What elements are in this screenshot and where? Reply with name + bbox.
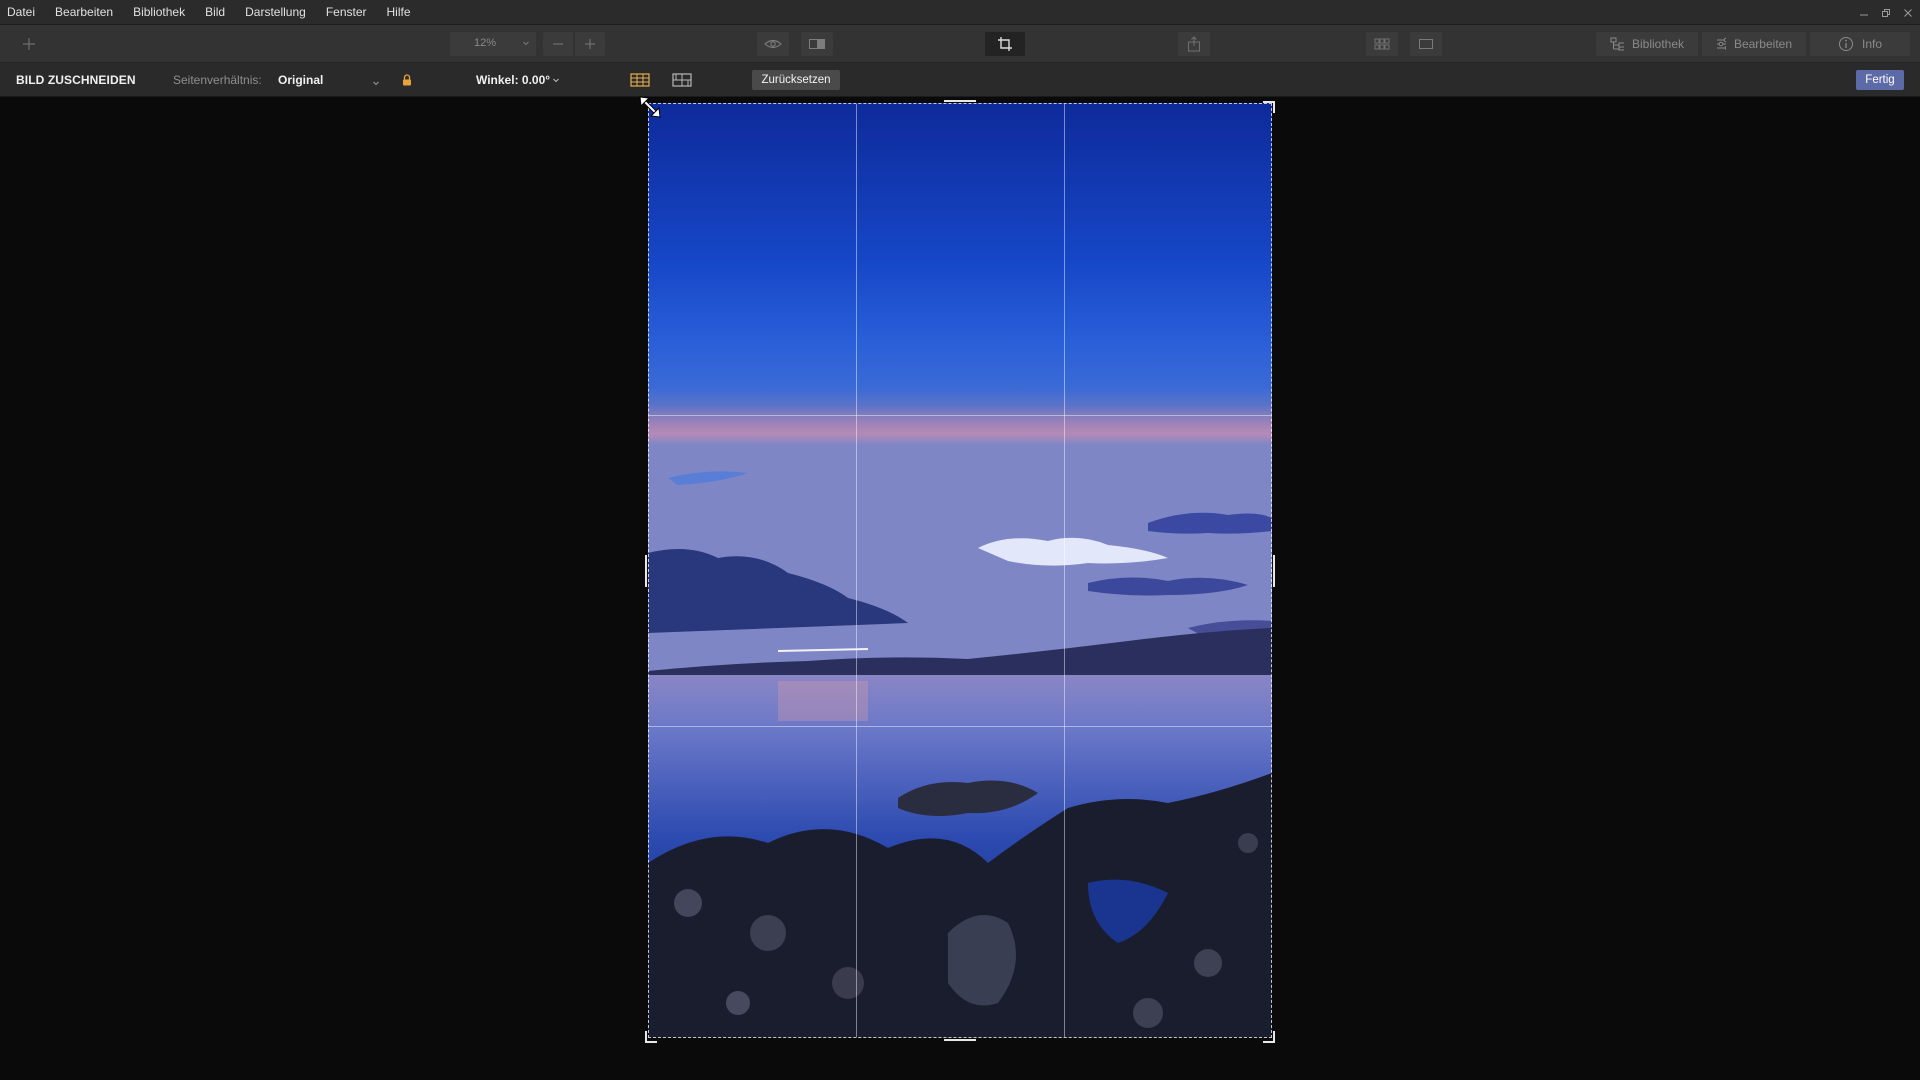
minimize-icon[interactable] <box>1858 7 1870 19</box>
crop-frame[interactable] <box>648 103 1272 1038</box>
menu-fenster[interactable]: Fenster <box>316 0 377 25</box>
grid-line-horizontal <box>649 415 1271 416</box>
info-icon <box>1838 37 1853 51</box>
grid-line-vertical <box>1064 104 1065 1037</box>
split-view-icon <box>809 39 825 49</box>
restore-icon[interactable] <box>1880 7 1892 19</box>
grid-view-button[interactable] <box>1366 32 1398 56</box>
close-icon[interactable] <box>1902 7 1914 19</box>
zoom-out-button[interactable] <box>543 32 573 56</box>
aspect-ratio-value: Original <box>278 73 324 87</box>
menu-bibliothek[interactable]: Bibliothek <box>123 0 195 25</box>
crop-handle-bottom[interactable] <box>944 1039 976 1042</box>
edit-panel-label: Bearbeiten <box>1733 37 1792 51</box>
main-toolbar: 12% Bibliothek Bearbeiten Info <box>0 25 1920 63</box>
lock-ratio-toggle[interactable] <box>402 63 412 97</box>
share-button[interactable] <box>1178 32 1210 56</box>
angle-value: Winkel: 0.00° <box>476 73 551 87</box>
add-button[interactable] <box>14 32 44 56</box>
chevron-down-icon <box>522 38 530 50</box>
single-view-button[interactable] <box>1410 32 1442 56</box>
info-panel-label: Info <box>1861 37 1882 51</box>
info-panel-button[interactable]: Info <box>1810 32 1910 56</box>
grid-thirds-icon <box>630 73 650 87</box>
menu-darstellung[interactable]: Darstellung <box>235 0 316 25</box>
menu-bar: Datei Bearbeiten Bibliothek Bild Darstel… <box>0 0 1920 25</box>
zoom-in-button[interactable] <box>575 32 605 56</box>
aspect-ratio-label: Seitenverhältnis: <box>173 73 262 87</box>
crop-options-bar: BILD ZUSCHNEIDEN Seitenverhältnis: Origi… <box>0 63 1920 97</box>
menu-bild[interactable]: Bild <box>195 0 235 25</box>
grid-line-horizontal <box>649 726 1271 727</box>
preview-button[interactable] <box>757 32 789 56</box>
crop-handle-left[interactable] <box>645 555 648 587</box>
grid-view-icon <box>1374 38 1390 50</box>
crop-icon <box>998 37 1012 51</box>
share-icon <box>1188 36 1200 52</box>
grid-thirds-button[interactable] <box>630 63 650 97</box>
crop-handle-bottom-left[interactable] <box>645 1031 657 1043</box>
diagonal-resize-cursor-icon <box>638 95 662 124</box>
zoom-select[interactable]: 12% <box>450 32 536 56</box>
aspect-ratio-select[interactable]: Original <box>278 63 380 97</box>
library-panel-button[interactable]: Bibliothek <box>1596 32 1698 56</box>
crop-handle-bottom-right[interactable] <box>1263 1031 1275 1043</box>
menu-bearbeiten[interactable]: Bearbeiten <box>45 0 123 25</box>
sliders-icon <box>1717 37 1726 51</box>
done-button[interactable]: Fertig <box>1856 70 1904 90</box>
chevron-down-icon <box>372 76 380 90</box>
grid-line-vertical <box>856 104 857 1037</box>
compare-button[interactable] <box>801 32 833 56</box>
lock-icon <box>403 74 411 86</box>
window-controls <box>1858 0 1914 25</box>
crop-mode-title: BILD ZUSCHNEIDEN <box>16 73 136 87</box>
reset-button[interactable]: Zurücksetzen <box>752 70 840 90</box>
library-icon <box>1610 37 1624 51</box>
single-view-icon <box>1419 39 1433 49</box>
plus-icon <box>23 38 35 50</box>
crop-tool-button[interactable] <box>985 32 1025 56</box>
chevron-down-icon <box>553 78 559 83</box>
minus-icon <box>553 43 563 45</box>
edit-panel-button[interactable]: Bearbeiten <box>1702 32 1806 56</box>
grid-golden-button[interactable] <box>672 63 692 97</box>
grid-golden-icon <box>672 73 692 87</box>
crop-handle-top-right[interactable] <box>1263 101 1275 113</box>
image-canvas[interactable] <box>0 95 1920 1080</box>
angle-select[interactable]: Winkel: 0.00° <box>476 63 560 97</box>
zoom-value: 12% <box>474 37 497 49</box>
crop-handle-right[interactable] <box>1272 555 1275 587</box>
crop-handle-top[interactable] <box>944 100 976 103</box>
menu-hilfe[interactable]: Hilfe <box>377 0 421 25</box>
eye-icon <box>764 39 782 49</box>
library-panel-label: Bibliothek <box>1631 37 1684 51</box>
plus-icon <box>585 39 595 49</box>
menu-datei[interactable]: Datei <box>0 0 45 25</box>
